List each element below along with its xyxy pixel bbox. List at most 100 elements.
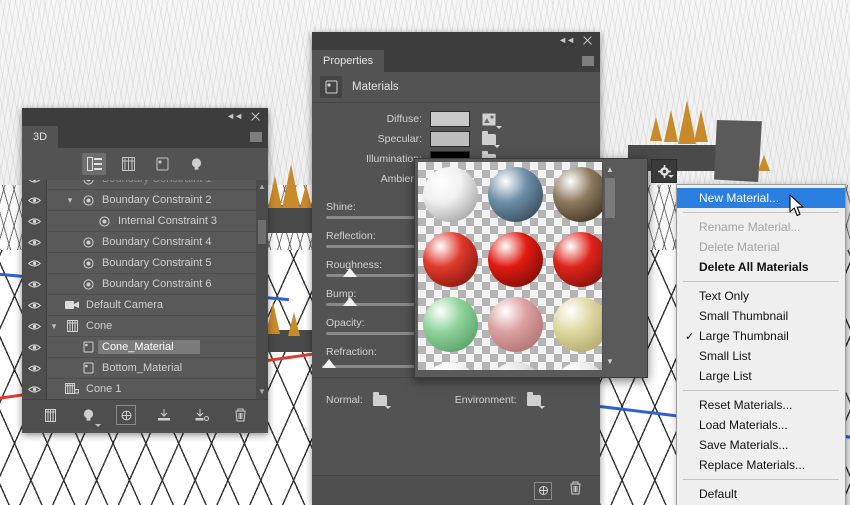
material-swatch-white[interactable] (418, 162, 483, 227)
menu-item[interactable]: Load Materials... (677, 415, 845, 435)
eye-icon[interactable] (22, 217, 46, 226)
mesh-group-icon (62, 383, 82, 395)
toggle-ground-button[interactable] (155, 406, 173, 424)
tab-properties[interactable]: Properties (312, 50, 385, 72)
menu-item[interactable]: Replace Materials... (677, 455, 845, 475)
material-swatch-grey[interactable] (483, 357, 548, 370)
scene-list-row[interactable]: Boundary Constraint 1 (22, 180, 268, 190)
render-button[interactable] (116, 405, 136, 425)
toggle-shadow-button[interactable] (193, 406, 211, 424)
scene-list-row[interactable]: Boundary Constraint 4 (22, 232, 268, 253)
properties-footer-toolbar[interactable] (312, 475, 600, 505)
eye-icon[interactable] (22, 385, 46, 394)
scroll-down-icon[interactable]: ▼ (606, 358, 614, 366)
eye-icon[interactable] (22, 259, 46, 268)
eye-icon[interactable] (22, 364, 46, 373)
menu-item[interactable]: Default (677, 484, 845, 504)
material-color-swatch[interactable] (430, 131, 470, 147)
panel-3d-footer-toolbar[interactable] (22, 399, 268, 430)
collapse-icon[interactable]: ◄◄ (226, 112, 243, 121)
eye-icon[interactable] (22, 180, 46, 184)
material-picker-options-button[interactable] (651, 159, 677, 183)
material-swatch-blue[interactable] (483, 162, 548, 227)
material-picker-scrollbar[interactable]: ▲ ▼ (602, 162, 617, 370)
mesh-icon (62, 320, 82, 332)
eye-icon[interactable] (22, 301, 46, 310)
panel-3d-filter-toolbar[interactable] (22, 148, 268, 180)
scroll-up-icon[interactable]: ▲ (258, 183, 266, 191)
scene-list-row[interactable]: Boundary Constraint 5 (22, 253, 268, 274)
panel-3d-tabstrip[interactable]: 3D (22, 126, 268, 148)
folder-icon[interactable] (482, 130, 500, 148)
texture-icon[interactable] (482, 112, 502, 129)
scene-list-row[interactable]: Default Camera (22, 295, 268, 316)
panel-3d-menu-button[interactable] (250, 132, 262, 142)
delete-button[interactable] (231, 406, 249, 424)
menu-item[interactable]: Reset Materials... (677, 395, 845, 415)
tab-3d[interactable]: 3D (22, 126, 59, 148)
eye-icon[interactable] (22, 343, 46, 352)
mesh-filter-icon[interactable] (116, 153, 140, 175)
menu-item[interactable]: Save Materials... (677, 435, 845, 455)
eye-icon[interactable] (22, 238, 46, 247)
scene-list-row[interactable]: Bottom_Material (22, 358, 268, 379)
scene-list-row[interactable]: ▾ Cone (22, 316, 268, 337)
scene-list-row[interactable]: Cone 1 (22, 379, 268, 399)
environment-map-folder-icon[interactable] (526, 391, 545, 409)
refraction-slider-thumb[interactable] (322, 359, 336, 368)
material-swatch-white-2[interactable] (418, 357, 483, 370)
lights-filter-icon[interactable] (184, 153, 208, 175)
delete-material-button[interactable] (569, 481, 582, 500)
material-swatch-pink[interactable] (483, 292, 548, 357)
panel-3d-scrollbar[interactable]: ▲ ▼ (256, 180, 268, 399)
material-swatch-grid[interactable] (418, 162, 613, 370)
scene-filter-icon[interactable] (82, 153, 106, 175)
render-settings-button[interactable] (534, 481, 552, 500)
material-picker-popup[interactable]: ▲ ▼ (414, 158, 648, 378)
scrollbar-thumb[interactable] (605, 178, 615, 218)
material-swatch-red-bumpy[interactable] (418, 227, 483, 292)
add-mesh-button[interactable] (41, 406, 59, 424)
menu-item[interactable]: New Material... (677, 188, 845, 208)
panel-properties-titlebar[interactable]: ◄◄ (312, 32, 600, 50)
eye-icon[interactable] (22, 280, 46, 289)
scroll-down-icon[interactable]: ▼ (258, 388, 266, 396)
slider-thumb[interactable] (343, 297, 358, 306)
close-icon[interactable] (250, 111, 261, 122)
material-color-row: Diffuse: (312, 109, 600, 129)
menu-item-label: Small Thumbnail (699, 309, 789, 323)
panel-3d[interactable]: ◄◄ 3D Boundary Constraint 1▾Boundary Con… (22, 108, 268, 433)
menu-item[interactable]: Large List (677, 366, 845, 386)
panel-properties-menu-button[interactable] (582, 56, 594, 66)
collapse-icon[interactable]: ◄◄ (558, 36, 575, 45)
slider-thumb[interactable] (343, 268, 358, 277)
normal-map-folder-icon[interactable] (372, 391, 391, 409)
panel-3d-scene-list[interactable]: Boundary Constraint 1 ▾ Boundary Constrain… (22, 180, 268, 399)
close-icon[interactable] (582, 35, 593, 46)
scene-list-row[interactable]: Cone_Material (22, 337, 268, 358)
materials-filter-icon[interactable] (150, 153, 174, 175)
panel-3d-titlebar[interactable]: ◄◄ (22, 108, 268, 126)
add-light-button[interactable] (79, 406, 101, 427)
scene-list-row[interactable]: ▾ Boundary Constraint 2 (22, 190, 268, 211)
menu-item[interactable]: Text Only (677, 286, 845, 306)
materials-options-menu[interactable]: New Material... Rename Material... Delete … (676, 184, 846, 505)
material-color-swatch[interactable] (430, 111, 470, 127)
menu-item[interactable]: Small Thumbnail (677, 306, 845, 326)
panel-properties-tabstrip[interactable]: Properties (312, 50, 600, 72)
scene-list-row[interactable]: Boundary Constraint 6 (22, 274, 268, 295)
menu-item[interactable]: Small List (677, 346, 845, 366)
chevron-down-icon (95, 424, 101, 427)
chevron-down-icon[interactable]: ▾ (46, 321, 62, 332)
scrollbar-thumb[interactable] (258, 220, 266, 244)
chevron-down-icon[interactable]: ▾ (62, 195, 78, 206)
scene-list-row[interactable]: Internal Constraint 3 (22, 211, 268, 232)
scene-list-row-label: Cone_Material (98, 340, 200, 354)
eye-icon[interactable] (22, 196, 46, 205)
menu-item[interactable]: Delete All Materials (677, 257, 845, 277)
material-swatch-red-smooth[interactable] (483, 227, 548, 292)
menu-item[interactable]: ✓ Large Thumbnail (677, 326, 845, 346)
material-swatch-green[interactable] (418, 292, 483, 357)
eye-icon[interactable] (22, 322, 46, 331)
scroll-up-icon[interactable]: ▲ (606, 166, 614, 174)
